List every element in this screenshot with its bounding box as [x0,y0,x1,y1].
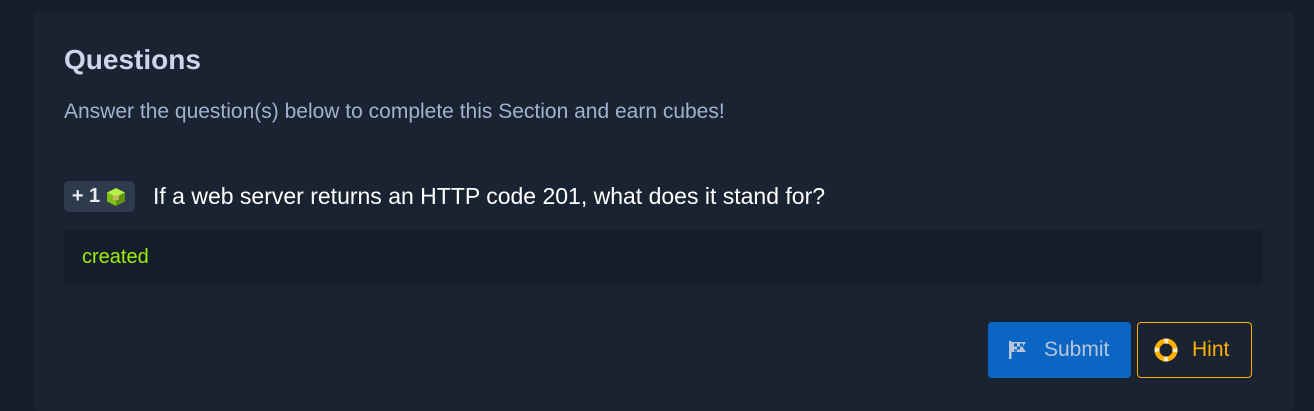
submit-label: Submit [1044,338,1110,361]
questions-card: Questions Answer the question(s) below t… [33,11,1294,411]
hint-button[interactable]: Hint [1137,322,1252,378]
lifebuoy-icon [1154,338,1178,362]
reward-badge: + 1 [64,181,135,212]
flag-icon [1006,339,1030,361]
reward-label: + 1 [71,185,101,207]
cube-icon [105,186,127,208]
question-text: If a web server returns an HTTP code 201… [153,183,826,209]
hint-label: Hint [1192,338,1230,361]
section-subtitle: Answer the question(s) below to complete… [64,100,725,123]
answer-input[interactable] [64,230,1262,285]
section-title: Questions [64,44,201,75]
submit-button[interactable]: Submit [988,322,1131,378]
